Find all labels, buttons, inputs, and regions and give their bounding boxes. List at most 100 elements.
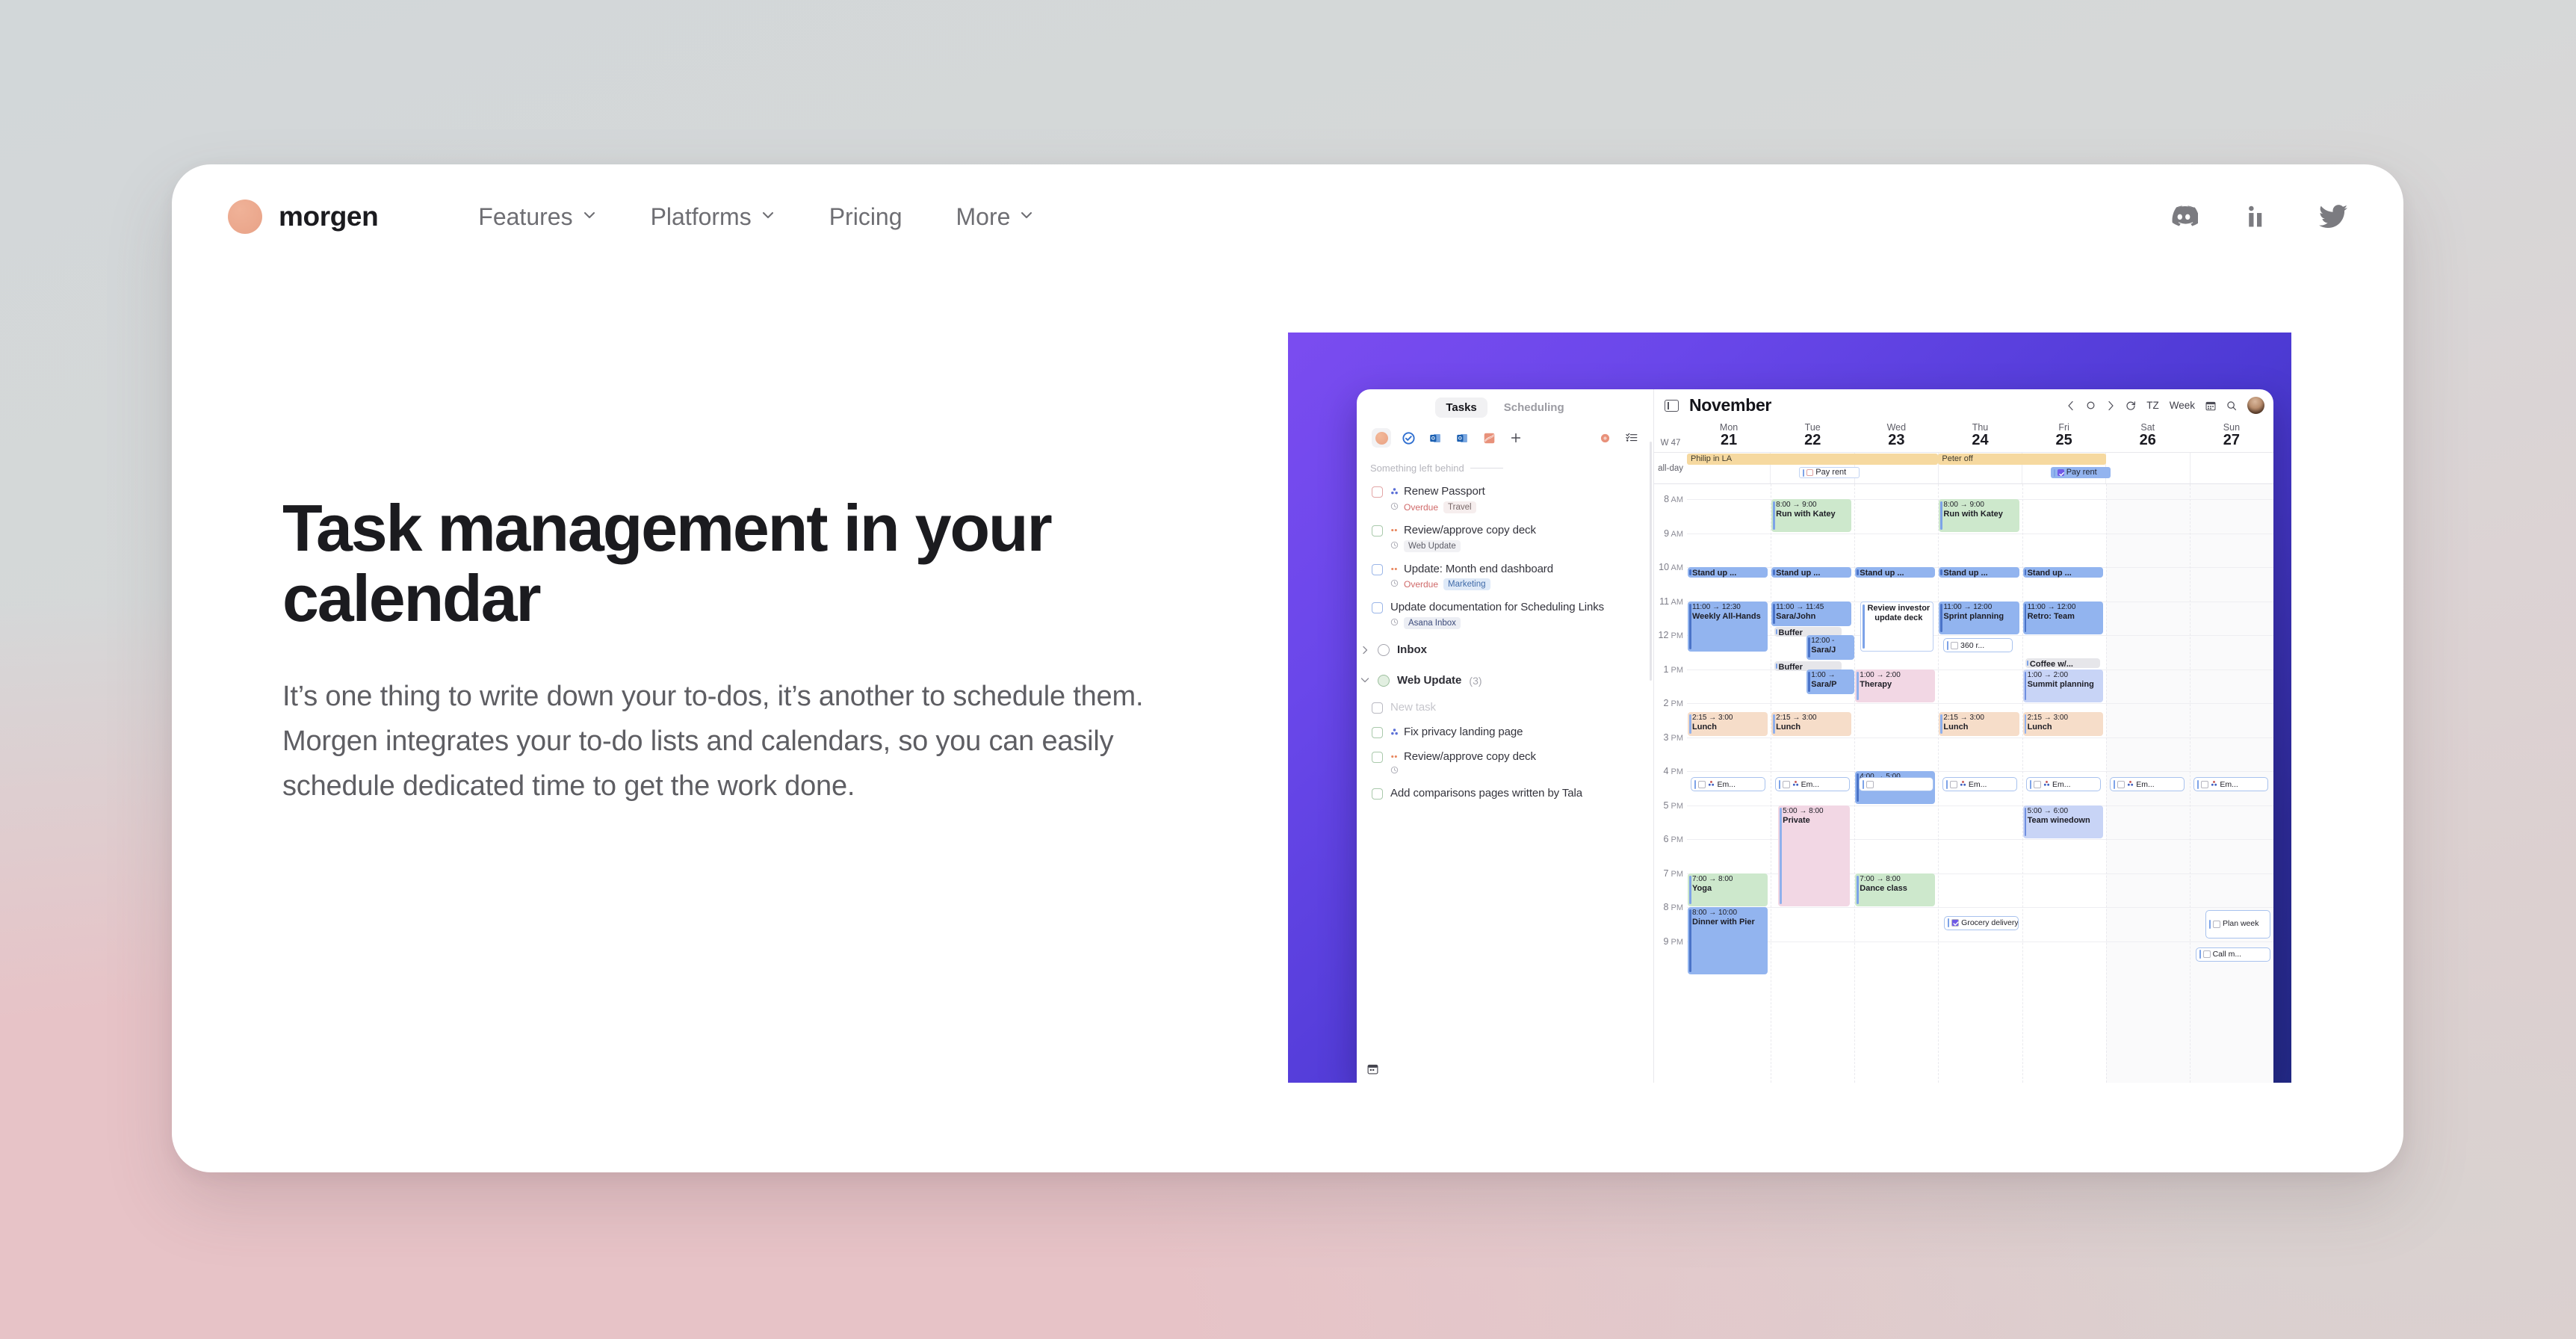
calendar-event[interactable]: Review investor update deck — [1860, 601, 1933, 652]
task-checkbox[interactable] — [2034, 780, 2042, 788]
task-checkbox[interactable] — [1949, 780, 1957, 788]
calendar-event[interactable]: Stand up ... — [1855, 567, 1936, 578]
today-button[interactable] — [2086, 401, 2096, 410]
day-header-wed[interactable]: Wed 23 — [1854, 420, 1938, 452]
tab-scheduling[interactable]: Scheduling — [1493, 398, 1575, 418]
calendar-icon[interactable] — [1367, 1064, 1378, 1077]
calendar-event[interactable]: 11:00 → 12:30 Weekly All-Hands — [1688, 601, 1768, 652]
list-item[interactable]: Add comparisons pages written by Tala — [1367, 782, 1643, 806]
refresh-icon[interactable] — [2125, 401, 2136, 411]
task-checkbox[interactable] — [1372, 788, 1383, 800]
task-checkbox[interactable] — [1806, 469, 1814, 476]
nav-item-more[interactable]: More — [929, 203, 1062, 231]
outlook-icon-2[interactable]: O — [1452, 428, 1472, 448]
calendar-event[interactable]: 8:00 → 9:00 Run with Katey — [1771, 499, 1852, 533]
calendar-event[interactable]: 2:15 → 3:00 Lunch — [2022, 711, 2103, 737]
view-week-button[interactable]: Week — [2170, 400, 2195, 411]
all-day-task-chip[interactable]: Pay rent — [1799, 467, 1860, 478]
twitter-icon[interactable] — [2319, 205, 2347, 229]
chevron-down-icon[interactable] — [1360, 677, 1370, 684]
list-view-icon[interactable] — [1622, 428, 1641, 448]
brand-logo[interactable]: morgen — [228, 200, 379, 234]
list-item[interactable]: Fix privacy landing page — [1367, 720, 1643, 745]
task-checkbox[interactable] — [1698, 780, 1706, 788]
calendar-event[interactable]: Stand up ... — [1939, 567, 2019, 578]
calendar-event[interactable]: 12:00 - Sara/J — [1806, 635, 1855, 661]
calendar-event[interactable]: 11:00 → 12:00 Sprint planning — [1939, 601, 2019, 634]
task-checkbox[interactable] — [1866, 780, 1874, 788]
calendar-event[interactable]: 5:00 → 6:00 Team winedown — [2022, 805, 2103, 838]
new-task-placeholder[interactable]: New task — [1390, 701, 1436, 715]
task-checkbox[interactable] — [2117, 780, 2125, 788]
calendar-event[interactable]: 2:15 → 3:00 Lunch — [1771, 711, 1852, 737]
list-item[interactable]: Update documentation for Scheduling Link… — [1367, 596, 1643, 634]
calendar-event[interactable]: 11:00 → 12:00 Retro: Team — [2022, 601, 2103, 634]
calendar-task-chip[interactable]: Em... — [2026, 777, 2101, 792]
calendar-task-chip[interactable]: Em... — [1691, 777, 1766, 792]
tasks-scrollbar[interactable] — [1650, 442, 1652, 681]
calendar-task-chip[interactable]: Call m... — [2195, 947, 2270, 962]
user-avatar[interactable] — [2247, 397, 2264, 414]
day-header-fri[interactable]: Fri 25 — [2022, 420, 2106, 452]
calendar-task-chip[interactable]: Em... — [2110, 777, 2185, 792]
task-checkbox[interactable] — [1372, 525, 1383, 536]
list-item[interactable]: Review/approve copy deck Web Update — [1367, 519, 1643, 557]
morgen-account-icon[interactable] — [1372, 428, 1391, 448]
calendar-event[interactable]: 7:00 → 8:00 Dance class — [1855, 873, 1936, 906]
calendar-task-chip[interactable] — [1858, 777, 1933, 792]
asana-small-icon[interactable] — [1595, 428, 1614, 448]
calendar-event[interactable]: 1:00 → 2:00 Therapy — [1855, 669, 1936, 702]
calendar-event[interactable]: 8:00 → 10:00 Dinner with Pier — [1688, 907, 1768, 974]
all-day-event[interactable]: Peter off — [1938, 454, 2106, 465]
day-header-thu[interactable]: Thu 24 — [1938, 420, 2022, 452]
list-item[interactable]: Renew Passport Overdue Travel — [1367, 480, 1643, 519]
calendar-task-chip[interactable]: Em... — [1774, 777, 1850, 792]
nav-item-pricing[interactable]: Pricing — [802, 203, 929, 231]
calendar-task-chip[interactable]: Grocery delivery — [1944, 915, 2019, 930]
calendar-event[interactable]: Stand up ... — [2022, 567, 2103, 578]
task-group-web-update[interactable]: Web Update (3) — [1357, 665, 1653, 696]
task-checkbox[interactable] — [1372, 702, 1383, 714]
outlook-icon-1[interactable]: O — [1425, 428, 1445, 448]
next-week-button[interactable] — [2106, 401, 2115, 411]
task-checkbox[interactable] — [1782, 780, 1790, 788]
prev-week-button[interactable] — [2066, 401, 2075, 411]
calendar-task-chip[interactable]: Em... — [2193, 777, 2269, 792]
task-group-inbox[interactable]: Inbox — [1357, 634, 1653, 665]
calendar-event[interactable]: 7:00 → 8:00 Yoga — [1688, 873, 1768, 906]
calendar-event[interactable]: Stand up ... — [1688, 567, 1768, 578]
calendar-task-chip[interactable]: 360 r... — [1943, 638, 2013, 653]
day-header-sun[interactable]: Sun 27 — [2190, 420, 2273, 452]
day-header-tue[interactable]: Tue 22 — [1771, 420, 1854, 452]
chevron-right-icon[interactable] — [1360, 646, 1370, 655]
task-checkbox[interactable] — [2201, 780, 2209, 788]
discord-icon[interactable] — [2170, 205, 2198, 228]
calendar-event[interactable]: 2:15 → 3:00 Lunch — [1939, 711, 2019, 737]
date-picker-icon[interactable] — [2205, 401, 2216, 411]
calendar-event-grid[interactable]: 8:00 → 9:00 Run with Katey 8:00 → 9:00 Run … — [1687, 484, 2273, 1083]
day-header-sat[interactable]: Sat 26 — [2106, 420, 2190, 452]
todoist-icon[interactable] — [1399, 428, 1418, 448]
calendar-task-chip[interactable]: Em... — [1942, 777, 2017, 792]
task-checkbox[interactable] — [1372, 751, 1383, 763]
task-checkbox[interactable] — [2057, 469, 2064, 476]
timezone-button[interactable]: TZ — [2146, 400, 2159, 411]
task-checkbox[interactable] — [1372, 486, 1383, 498]
calendar-event[interactable]: 5:00 → 8:00 Private — [1778, 805, 1850, 906]
task-checkbox[interactable] — [1372, 602, 1383, 614]
sidebar-toggle-icon[interactable] — [1665, 399, 1679, 412]
calendar-event[interactable]: 2:15 → 3:00 Lunch — [1688, 711, 1768, 737]
task-checkbox[interactable] — [1372, 726, 1383, 738]
nav-item-platforms[interactable]: Platforms — [624, 203, 802, 231]
list-item[interactable]: Review/approve copy deck — [1367, 745, 1643, 782]
calendar-event[interactable]: 11:00 → 11:45 Sara/John — [1771, 601, 1852, 626]
nav-item-features[interactable]: Features — [451, 203, 623, 231]
task-checkbox[interactable] — [1372, 563, 1383, 575]
list-item[interactable]: Update: Month end dashboard Overdue Mark… — [1367, 557, 1643, 596]
task-checkbox[interactable] — [2202, 950, 2211, 959]
linkedin-icon[interactable] — [2246, 204, 2271, 229]
asana-icon[interactable] — [1479, 428, 1499, 448]
calendar-task-chip[interactable]: Plan week — [2205, 910, 2270, 939]
calendar-event[interactable]: 8:00 → 9:00 Run with Katey — [1939, 499, 2019, 533]
search-icon[interactable] — [2226, 401, 2237, 411]
